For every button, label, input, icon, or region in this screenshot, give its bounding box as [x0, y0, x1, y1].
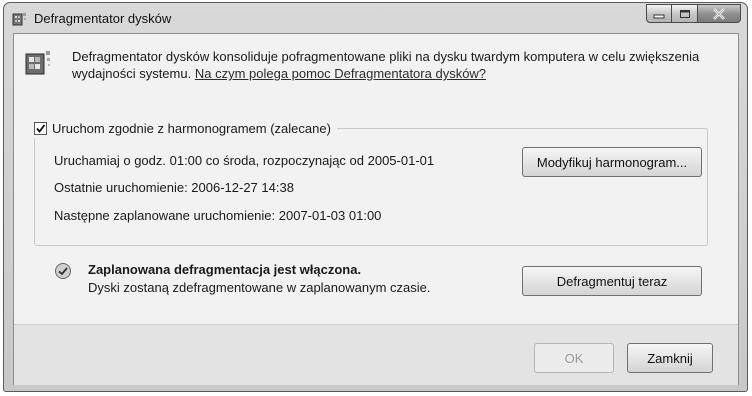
status-subtitle: Dyski zostaną zdefragmentowane w zaplano… [88, 280, 431, 295]
schedule-run-text: Uruchamiaj o godz. 01:00 co środa, rozpo… [54, 153, 435, 168]
defragment-now-button[interactable]: Defragmentuj teraz [522, 266, 702, 296]
defragmenter-window: Defragmentator dysków Defragmentator dys… [3, 2, 748, 392]
modify-schedule-button[interactable]: Modyfikuj harmonogram... [522, 147, 702, 177]
maximize-icon [679, 9, 690, 18]
close-button[interactable] [698, 4, 741, 23]
intro-description: Defragmentator dysków konsoliduje pofrag… [72, 48, 712, 82]
minimize-button[interactable] [646, 4, 672, 23]
schedule-checkbox-label: Uruchom zgodnie z harmonogramem (zalecan… [52, 120, 331, 136]
schedule-checkbox[interactable] [34, 121, 47, 135]
title-bar[interactable]: Defragmentator dysków [4, 3, 747, 35]
close-icon [713, 7, 725, 20]
maximize-button[interactable] [672, 4, 698, 23]
dialog-footer: OK Zamknij [14, 324, 738, 385]
window-controls [646, 4, 741, 24]
dialog-content: Defragmentator dysków konsoliduje pofrag… [13, 33, 739, 385]
checkmark-icon [36, 123, 46, 133]
ok-button[interactable]: OK [534, 343, 614, 373]
window-title: Defragmentator dysków [34, 11, 172, 26]
help-link[interactable]: Na czym polega pomoc Defragmentatora dys… [195, 66, 486, 81]
close-dialog-button[interactable]: Zamknij [627, 343, 713, 373]
defrag-app-icon [12, 11, 28, 27]
last-run-text: Ostatnie uruchomienie: 2006-12-27 14:38 [54, 180, 294, 195]
defragmenter-icon [24, 48, 54, 78]
schedule-checkbox-row[interactable]: Uruchom zgodnie z harmonogramem (zalecan… [32, 118, 337, 138]
status-title: Zaplanowana defragmentacja jest włączona… [88, 262, 362, 277]
minimize-icon [653, 14, 665, 18]
status-check-icon [54, 262, 72, 280]
next-run-text: Następne zaplanowane uruchomienie: 2007-… [54, 208, 382, 223]
